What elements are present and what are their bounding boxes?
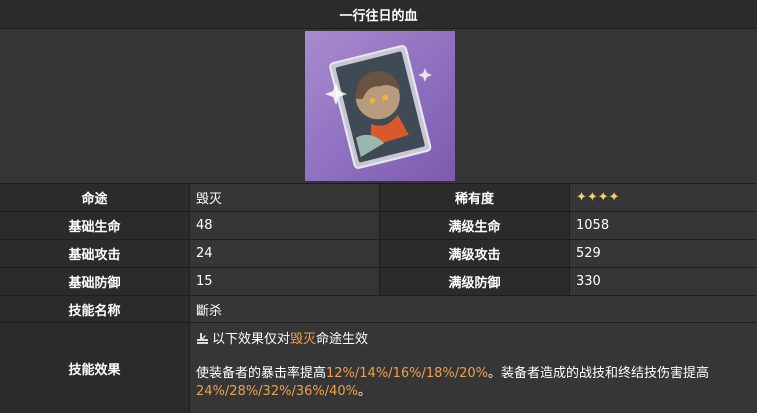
item-title-text: 一行往日的血 [339, 8, 418, 24]
light-cone-card-icon [325, 44, 432, 169]
row-atk: 基础攻击 24 满级攻击 529 [0, 240, 757, 268]
image-row [0, 29, 757, 184]
skill-effect-content: 以下效果仅对毁灭命途生效 使装备者的暴击率提高12%/14%/16%/18%/2… [190, 323, 757, 413]
base-hp-value: 48 [190, 212, 380, 239]
base-def-label: 基础防御 [0, 268, 190, 295]
base-atk-value: 24 [190, 240, 380, 267]
row-hp: 基础生命 48 满级生命 1058 [0, 212, 757, 240]
path-value: 毁灭 [190, 184, 380, 211]
note-suffix: 命途生效 [316, 332, 369, 347]
max-hp-value: 1058 [570, 212, 757, 239]
base-atk-label: 基础攻击 [0, 240, 190, 267]
note-path: 毁灭 [290, 332, 317, 347]
light-cone-card-art [305, 31, 455, 181]
skill-effect-label: 技能效果 [0, 323, 190, 413]
desc-values-1: 12%/14%/16%/18%/20% [326, 366, 489, 381]
desc-part-1: 使装备者的暴击率提高 [196, 366, 327, 381]
row-def: 基础防御 15 满级防御 330 [0, 268, 757, 296]
row-skill-effect: 技能效果 以下效果仅对毁灭命途生效 使装备者的暴击率提高12%/14%/16%/… [0, 323, 757, 413]
desc-end: 。 [358, 384, 372, 399]
skill-name-value: 斷杀 [190, 296, 757, 322]
skill-description: 使装备者的暴击率提高12%/14%/16%/18%/20%。装备者造成的战技和终… [196, 365, 751, 401]
row-path-rarity: 命途 毁灭 稀有度 ✦✦✦✦ [0, 184, 757, 212]
base-hp-label: 基础生命 [0, 212, 190, 239]
max-hp-label: 满级生命 [380, 212, 570, 239]
base-def-value: 15 [190, 268, 380, 295]
max-atk-label: 满级攻击 [380, 240, 570, 267]
desc-part-2: 。装备者造成的战技和终结技伤害提高 [488, 366, 710, 381]
rarity-value: ✦✦✦✦ [570, 184, 757, 211]
max-def-label: 满级防御 [380, 268, 570, 295]
skill-name-label: 技能名称 [0, 296, 190, 322]
desc-values-2: 24%/28%/32%/36%/40% [196, 384, 358, 399]
rarity-label: 稀有度 [380, 184, 570, 211]
path-label: 命途 [0, 184, 190, 211]
max-atk-value: 529 [570, 240, 757, 267]
row-skill-name: 技能名称 斷杀 [0, 296, 757, 323]
note-prefix: 以下效果仅对 [212, 332, 291, 347]
max-def-value: 330 [570, 268, 757, 295]
skill-path-note: 以下效果仅对毁灭命途生效 [196, 331, 751, 349]
destruction-path-icon [197, 333, 208, 344]
rarity-stars-icon: ✦✦✦✦ [576, 190, 620, 205]
item-title: 一行往日的血 [0, 0, 757, 29]
